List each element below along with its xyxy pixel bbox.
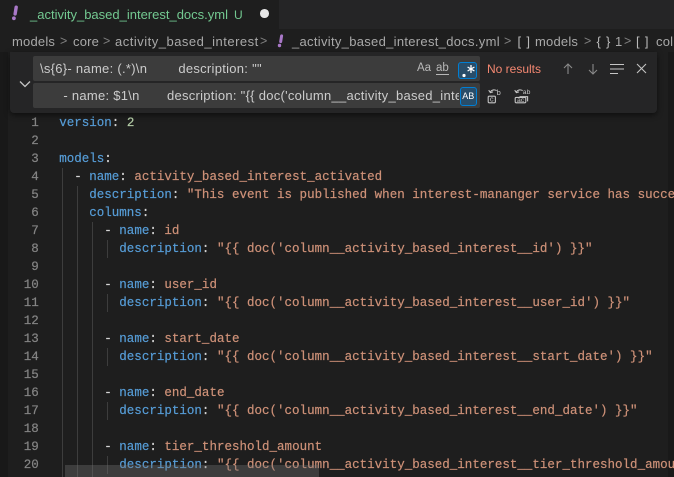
svg-text:ac: ac (517, 97, 525, 104)
svg-text:c: c (490, 94, 494, 103)
svg-text:b: b (497, 88, 501, 97)
svg-text:ab: ab (523, 89, 531, 96)
